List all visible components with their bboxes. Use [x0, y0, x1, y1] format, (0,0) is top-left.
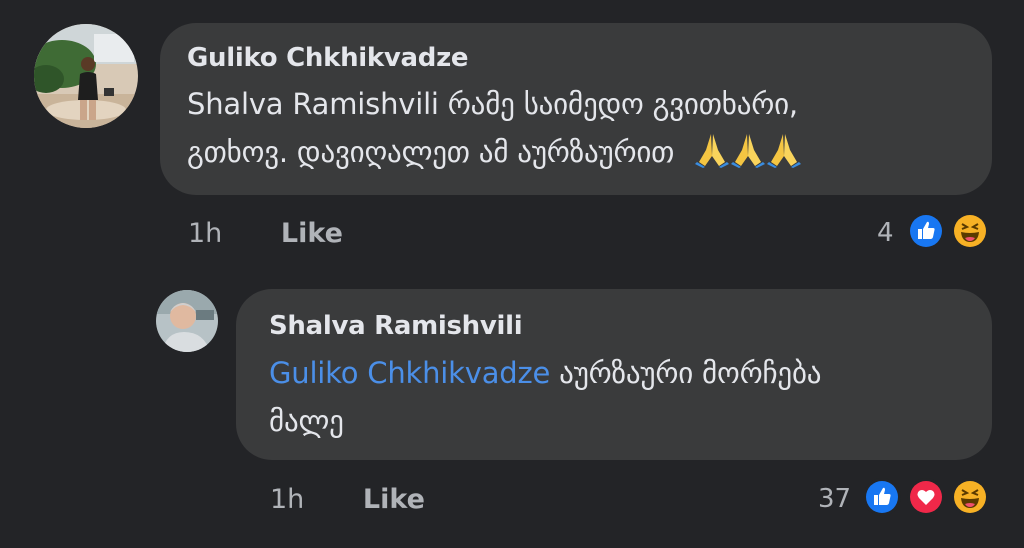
love-reaction-icon — [907, 478, 945, 516]
reaction-count[interactable]: 37 — [818, 484, 851, 514]
avatar-guliko[interactable] — [34, 24, 138, 128]
reply-text-line: Guliko Chkhikvadze აურზაური მორჩება — [269, 349, 992, 397]
comment-text-line: გთხოვ. დავიღალეთ ამ აურზაურით — [187, 128, 992, 176]
reply-text-segment: აურზაური მორჩება — [550, 356, 822, 390]
reply-text: Guliko Chkhikvadze აურზაური მორჩება მალე — [269, 349, 992, 445]
haha-reaction-icon — [951, 212, 989, 250]
comment-text: Shalva Ramishvili რამე საიმედო გვითხარი,… — [187, 80, 992, 176]
reply-time[interactable]: 1h — [270, 484, 304, 515]
folded-hands-icon — [767, 132, 802, 168]
comment-bubble: Guliko Chkhikvadze Shalva Ramishvili რამ… — [160, 23, 992, 195]
like-reaction-icon — [863, 478, 901, 516]
like-button[interactable]: Like — [281, 218, 343, 249]
comment-author[interactable]: Guliko Chkhikvadze — [187, 43, 992, 73]
mention-link[interactable]: Guliko Chkhikvadze — [269, 356, 550, 390]
folded-hands-icon — [731, 132, 766, 168]
folded-hands-icon — [695, 132, 730, 168]
avatar-shalva[interactable] — [156, 290, 218, 352]
reply-text-line: მალე — [269, 404, 344, 438]
comment-text-segment: გთხოვ. დავიღალეთ ამ აურზაურით — [187, 135, 675, 169]
like-reaction-icon — [907, 212, 945, 250]
comment-text-line: Shalva Ramishvili რამე საიმედო გვითხარი, — [187, 87, 798, 121]
reaction-count[interactable]: 4 — [877, 218, 894, 248]
reply-bubble: Shalva Ramishvili Guliko Chkhikvadze აურ… — [236, 289, 992, 460]
comment-time[interactable]: 1h — [188, 218, 222, 249]
reply-author[interactable]: Shalva Ramishvili — [269, 311, 992, 341]
haha-reaction-icon — [951, 478, 989, 516]
like-button[interactable]: Like — [363, 484, 425, 515]
reply-actions: 1h Like — [270, 484, 425, 515]
comment-actions: 1h Like — [188, 218, 343, 249]
